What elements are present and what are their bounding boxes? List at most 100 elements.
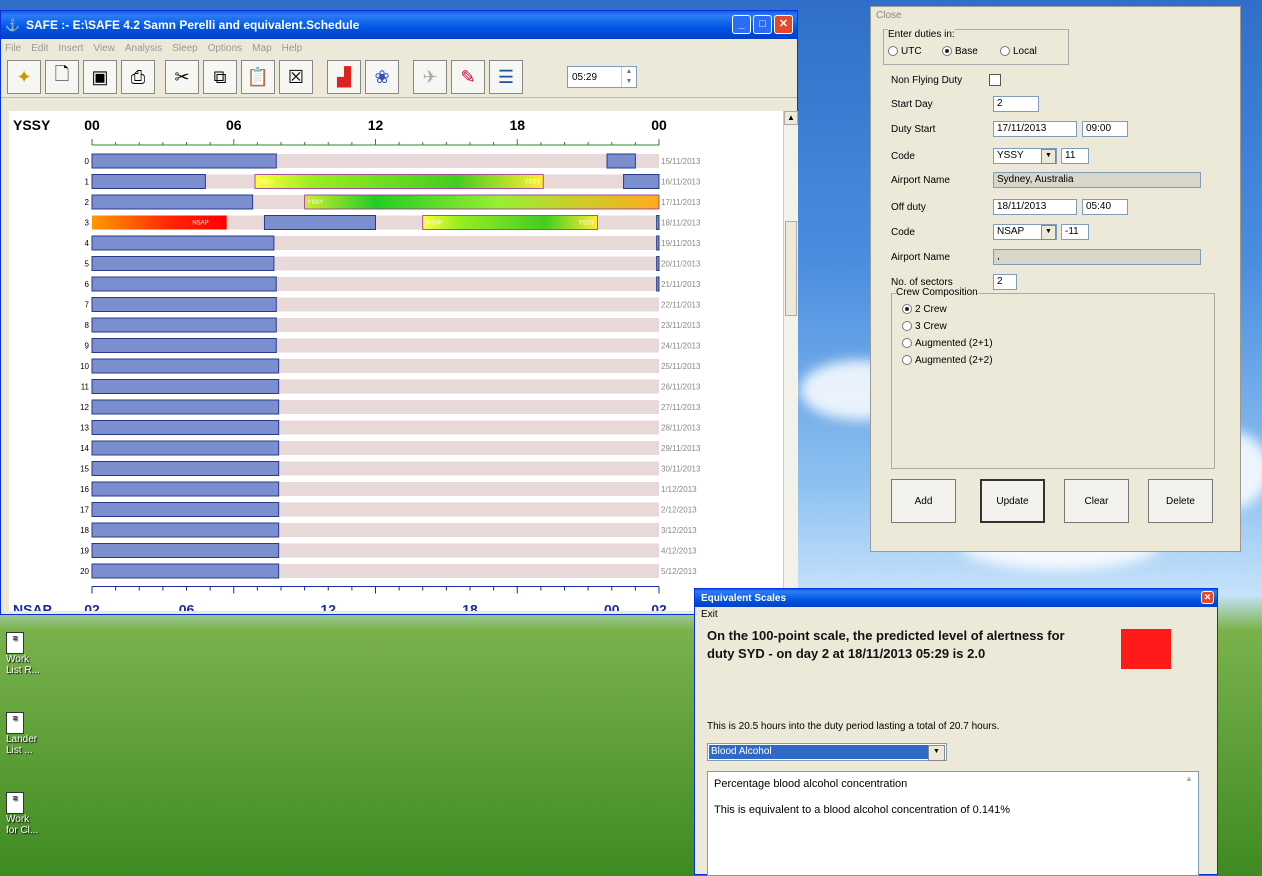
open-icon[interactable]: ✦ — [7, 60, 41, 94]
print-icon[interactable]: ⎙ — [121, 60, 155, 94]
sleep-bar — [606, 153, 636, 169]
menu-help[interactable]: Help — [282, 43, 303, 54]
dropdown-arrow-icon[interactable]: ▼ — [928, 745, 945, 761]
scale-select-value: Blood Alcohol — [709, 745, 929, 759]
menu-bar: File Edit Insert View Analysis Sleep Opt… — [1, 39, 797, 57]
menu-file[interactable]: File — [5, 43, 21, 54]
menu-edit[interactable]: Edit — [31, 43, 48, 54]
chart-icon[interactable]: ▟ — [327, 60, 361, 94]
desktop-icon-work-for[interactable]: ≡ Work for Cl... — [6, 792, 38, 836]
wand-icon[interactable]: ✎ — [451, 60, 485, 94]
off-duty-label: Off duty — [891, 202, 926, 213]
main-titlebar[interactable]: ⚓ SAFE :- E:\SAFE 4.2 Samn Perelli and e… — [1, 11, 797, 39]
spin-arrows-icon[interactable]: ▲ ▼ — [621, 67, 636, 87]
end-code-select[interactable]: NSAP ▼ — [993, 224, 1057, 240]
scale-text-area[interactable]: Percentage blood alcohol concentration T… — [707, 771, 1199, 876]
plane-icon[interactable]: ✈ — [413, 60, 447, 94]
row-date: 28/11/2013 — [661, 424, 701, 433]
row-number: 9 — [85, 342, 90, 351]
menu-analysis[interactable]: Analysis — [125, 43, 162, 54]
tz-base[interactable]: Base — [942, 46, 978, 57]
sleep-bar — [623, 174, 660, 189]
dropdown-arrow-icon[interactable]: ▼ — [1041, 225, 1056, 240]
scroll-up-icon[interactable]: ▲ — [784, 111, 798, 125]
copy-icon[interactable]: ⧉ — [203, 60, 237, 94]
row-date: 30/11/2013 — [661, 465, 701, 474]
start-offset-field[interactable]: 11 — [1061, 148, 1089, 164]
close-button[interactable]: ✕ — [774, 15, 793, 34]
row-number: 14 — [80, 444, 89, 453]
eq-titlebar[interactable]: Equivalent Scales ✕ — [695, 589, 1217, 607]
update-button[interactable]: Update — [980, 479, 1045, 523]
sectors-field[interactable]: 2 — [993, 274, 1017, 290]
non-flying-checkbox[interactable] — [989, 74, 1001, 86]
menu-insert[interactable]: Insert — [58, 43, 83, 54]
add-button[interactable]: Add — [891, 479, 956, 523]
duty-panel: Close Enter duties in: UTC Base Local No… — [870, 6, 1241, 552]
delete-icon[interactable]: ☒ — [279, 60, 313, 94]
sleep-bar — [91, 338, 277, 353]
bottom-airport-label: NSAP — [13, 602, 52, 612]
row-date: 15/11/2013 — [661, 157, 701, 166]
off-duty-time-field[interactable]: 05:40 — [1082, 199, 1128, 215]
row-number: 7 — [85, 301, 90, 310]
scale-select[interactable]: Blood Alcohol ▼ — [707, 743, 947, 761]
desktop-icon-work-list[interactable]: ≡ Work List R... — [6, 632, 40, 676]
text-scroll-up-icon[interactable]: ▲ — [1182, 774, 1196, 788]
sleep-bar — [91, 358, 280, 374]
sleep-bar — [91, 522, 280, 538]
row-date: 21/11/2013 — [661, 280, 701, 289]
schedule-chart: YSSY 00 06 12 18 000 15/11/20131 YSSY YSSY 16/11/… — [9, 111, 783, 611]
menu-sleep[interactable]: Sleep — [172, 43, 198, 54]
scale-text-line1: Percentage blood alcohol concentration — [714, 778, 908, 790]
radio-icon — [888, 46, 898, 57]
close-link[interactable]: Close — [876, 10, 902, 21]
eq-menu-exit[interactable]: Exit — [695, 607, 1217, 622]
delete-button[interactable]: Delete — [1148, 479, 1213, 523]
crew-aug-2-1[interactable]: Augmented (2+1) — [902, 338, 993, 349]
off-duty-date-field[interactable]: 18/11/2013 — [993, 199, 1077, 215]
crew-2[interactable]: 2 Crew — [902, 304, 947, 315]
clear-button[interactable]: Clear — [1064, 479, 1129, 523]
bottom-tick-label: 12 — [320, 602, 336, 612]
layers-icon[interactable]: ☰ — [489, 60, 523, 94]
brain-icon[interactable]: ❀ — [365, 60, 399, 94]
time-stepper[interactable]: 05:29 ▲ ▼ — [567, 66, 637, 88]
menu-options[interactable]: Options — [208, 43, 242, 54]
sleep-bar — [263, 215, 376, 230]
tz-local[interactable]: Local — [1000, 46, 1037, 57]
bottom-tick-label: 02 — [84, 602, 100, 612]
scale-text-line2: This is equivalent to a blood alcohol co… — [714, 804, 1010, 816]
start-airport-label: Airport Name — [891, 175, 950, 186]
row-number: 17 — [80, 506, 89, 515]
new-icon[interactable]: 🗋 — [45, 60, 79, 94]
document-icon: ≡ — [6, 632, 24, 654]
chart-scrollbar[interactable]: ▲ — [783, 111, 798, 611]
minimize-button[interactable]: _ — [732, 15, 751, 34]
tz-utc[interactable]: UTC — [888, 46, 922, 57]
cut-icon[interactable]: ✂ — [165, 60, 199, 94]
row-date: 20/11/2013 — [661, 260, 701, 269]
crew-3[interactable]: 3 Crew — [902, 321, 947, 332]
top-tick-label: 12 — [368, 117, 384, 133]
end-offset-field[interactable]: -11 — [1061, 224, 1089, 240]
start-code-select[interactable]: YSSY ▼ — [993, 148, 1057, 164]
paste-icon[interactable]: 📋 — [241, 60, 275, 94]
maximize-button[interactable]: □ — [753, 15, 772, 34]
save-icon[interactable]: ▣ — [83, 60, 117, 94]
duty-start-time-field[interactable]: 09:00 — [1082, 121, 1128, 137]
duty-start-date-field[interactable]: 17/11/2013 — [993, 121, 1077, 137]
menu-map[interactable]: Map — [252, 43, 271, 54]
sleep-bar — [91, 461, 280, 476]
start-day-field[interactable]: 2 — [993, 96, 1039, 112]
row-number: 1 — [85, 178, 90, 187]
tz-group-label: Enter duties in: — [888, 29, 955, 40]
eq-close-button[interactable]: ✕ — [1201, 591, 1214, 604]
crew-aug-2-2[interactable]: Augmented (2+2) — [902, 355, 993, 366]
desktop-icon-lander-list[interactable]: ≡ Lander List ... — [6, 712, 37, 756]
scroll-thumb[interactable] — [785, 221, 797, 316]
dropdown-arrow-icon[interactable]: ▼ — [1041, 149, 1056, 164]
alertness-headline: On the 100-point scale, the predicted le… — [707, 628, 1065, 661]
menu-view[interactable]: View — [93, 43, 115, 54]
radio-icon — [902, 355, 912, 366]
